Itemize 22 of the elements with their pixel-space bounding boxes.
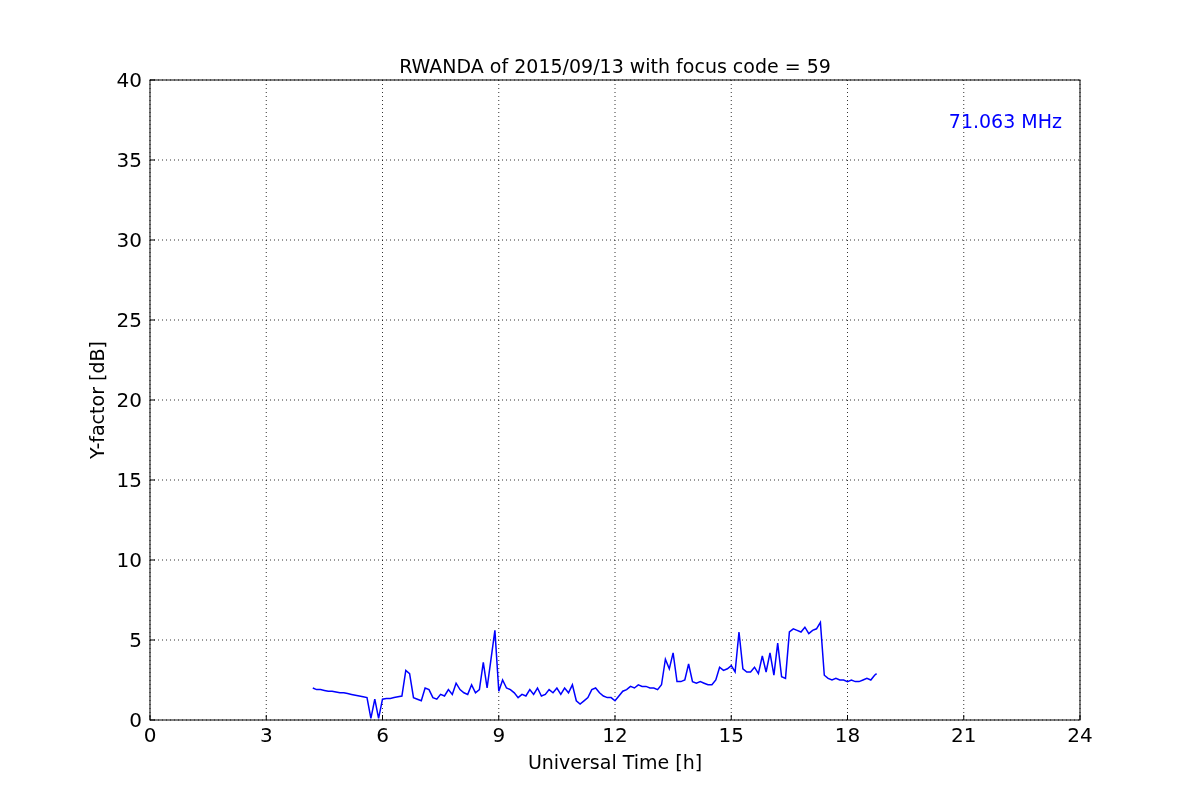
y-tick-label: 25 — [116, 308, 142, 332]
x-tick-label: 6 — [376, 723, 389, 747]
chart-title: RWANDA of 2015/09/13 with focus code = 59 — [399, 55, 831, 77]
x-tick-label: 9 — [492, 723, 506, 747]
x-tick-label: 0 — [143, 723, 157, 747]
y-tick-label: 30 — [116, 228, 142, 252]
y-tick-label: 10 — [116, 548, 142, 572]
x-tick-label: 15 — [718, 723, 744, 747]
y-axis-label: Y-factor [dB] — [86, 341, 108, 459]
series-label: 71.063 MHz — [948, 110, 1062, 132]
y-tick-label: 15 — [116, 468, 142, 492]
y-tick-label: 20 — [116, 388, 142, 412]
x-tick-label: 24 — [1067, 723, 1093, 747]
y-tick-label: 35 — [116, 148, 142, 172]
x-tick-label: 3 — [259, 723, 273, 747]
x-tick-label: 21 — [951, 723, 977, 747]
y-tick-label: 40 — [116, 68, 142, 92]
y-tick-label: 5 — [129, 628, 142, 652]
x-axis-label: Universal Time [h] — [527, 751, 703, 773]
y-tick-label: 0 — [129, 708, 142, 732]
x-tick-label: 12 — [602, 723, 628, 747]
x-tick-label: 18 — [834, 723, 861, 747]
